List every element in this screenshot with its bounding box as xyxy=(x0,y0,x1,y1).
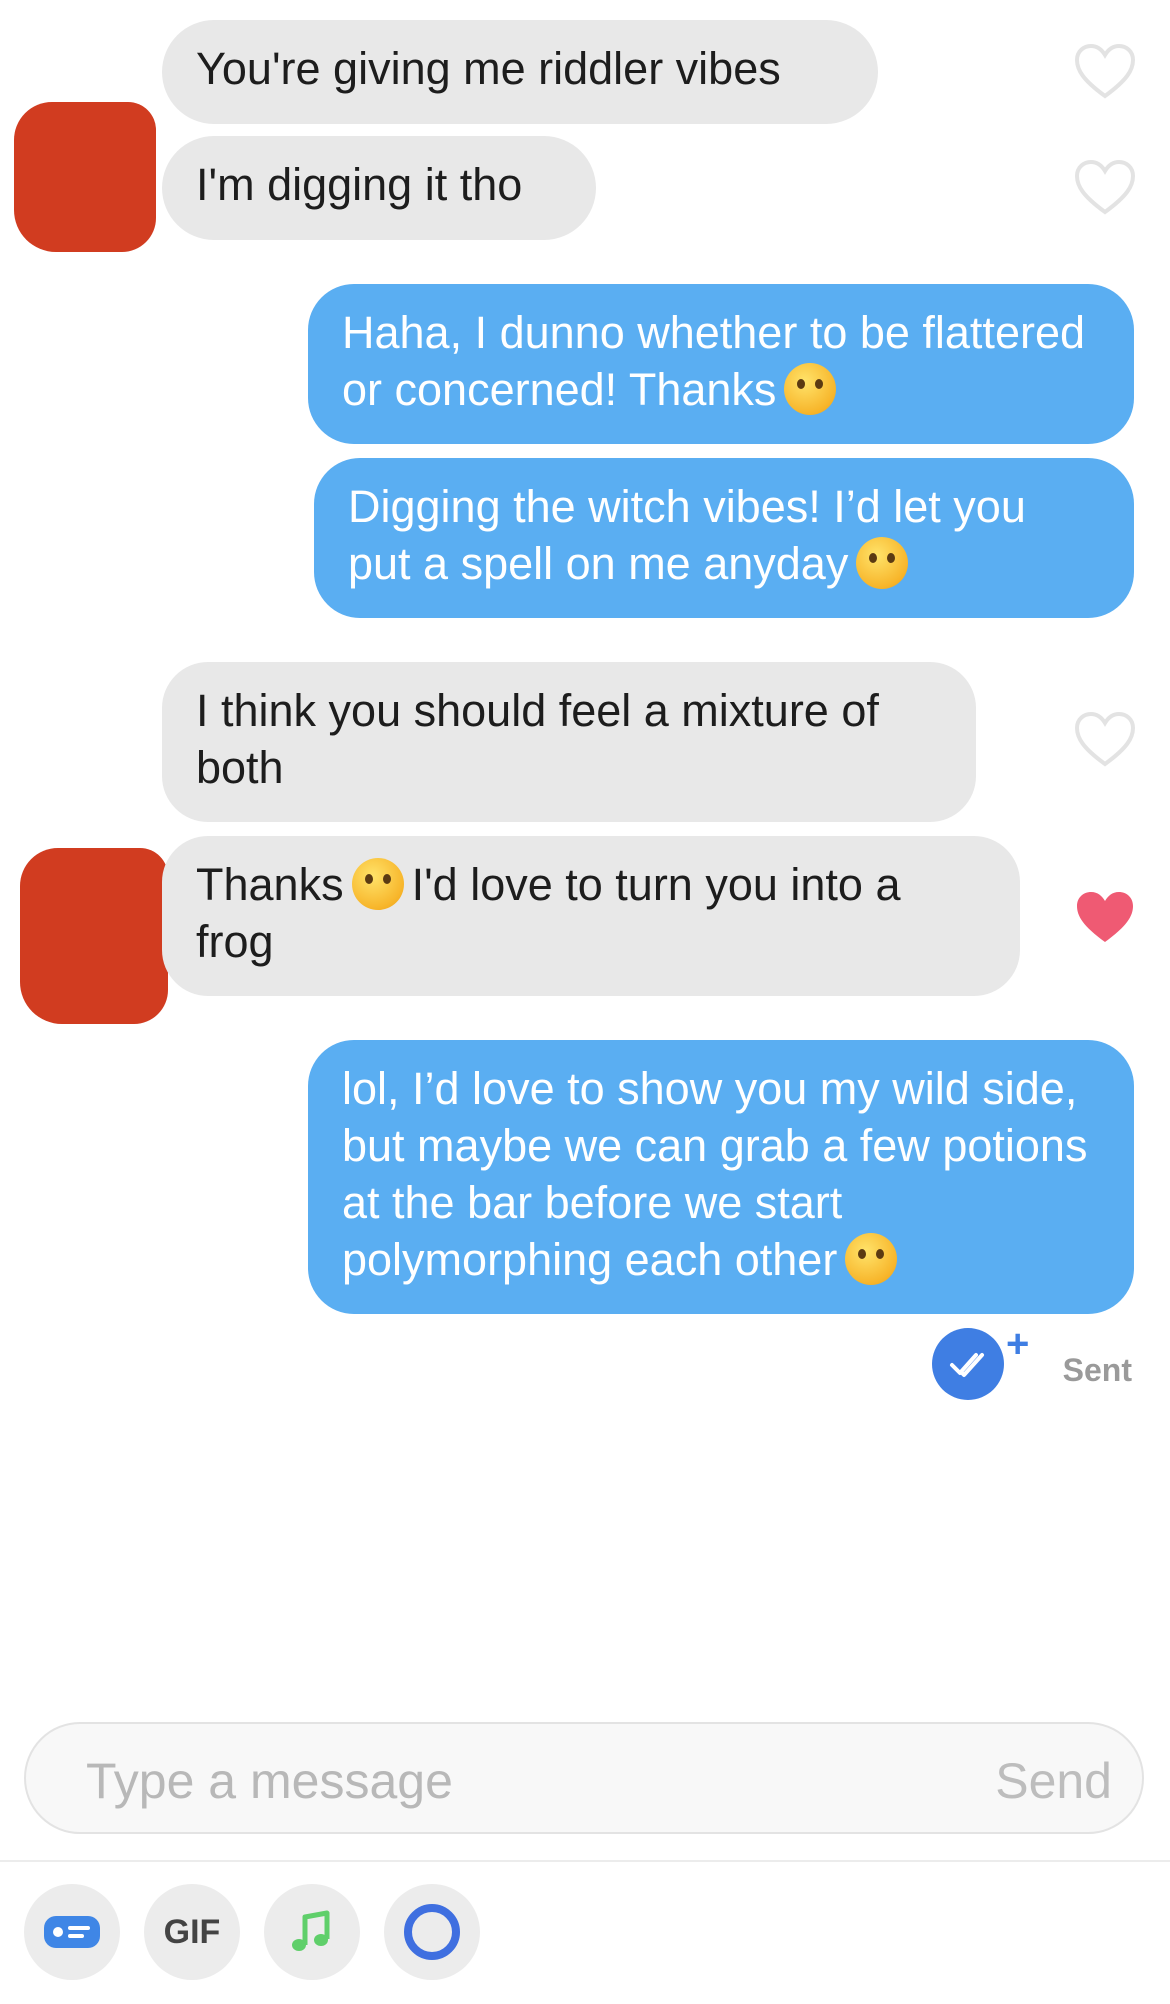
gif-button[interactable]: GIF xyxy=(144,1884,240,1980)
music-button[interactable] xyxy=(264,1884,360,1980)
read-receipt-plus[interactable]: + xyxy=(1006,1322,1029,1367)
message-text: Digging the witch vibes! I’d let you put… xyxy=(348,481,1026,589)
message-text: Haha, I dunno whether to be flattered or… xyxy=(342,307,1086,415)
toolbar-divider xyxy=(0,1860,1170,1862)
message-input[interactable]: Type a message xyxy=(86,1752,453,1810)
received-message[interactable]: You're giving me riddler vibes xyxy=(162,20,878,124)
read-receipt-icon[interactable] xyxy=(932,1328,1004,1400)
message-text: You're giving me riddler vibes xyxy=(196,43,781,94)
message-text: Thanks xyxy=(196,859,344,910)
ring-icon xyxy=(404,1904,460,1960)
sent-status-label: Sent xyxy=(1062,1352,1132,1388)
message-text: lol, I’d love to show you my wild side, … xyxy=(342,1063,1088,1285)
sent-message[interactable]: Digging the witch vibes! I’d let you put… xyxy=(314,458,1134,618)
received-message[interactable]: I'm digging it tho xyxy=(162,136,596,240)
smiling-hearts-emoji-icon xyxy=(351,858,404,910)
message-composer[interactable]: Type a message Send xyxy=(24,1722,1144,1834)
send-button[interactable]: Send xyxy=(995,1752,1112,1810)
avatar-redacted[interactable] xyxy=(20,848,168,1024)
contact-card-icon xyxy=(44,1916,100,1948)
liked-heart-icon[interactable] xyxy=(1073,888,1137,946)
sent-message[interactable]: lol, I’d love to show you my wild side, … xyxy=(308,1040,1134,1314)
message-text: I'm digging it tho xyxy=(196,159,523,210)
ring-button[interactable] xyxy=(384,1884,480,1980)
sent-message[interactable]: Haha, I dunno whether to be flattered or… xyxy=(308,284,1134,444)
avatar-redacted[interactable] xyxy=(14,102,156,252)
kissing-heart-emoji-icon xyxy=(856,537,909,589)
music-note-icon xyxy=(292,1910,330,1951)
winking-tongue-emoji-icon xyxy=(784,363,837,415)
received-message[interactable]: I think you should feel a mixture of bot… xyxy=(162,662,976,822)
like-heart-icon[interactable] xyxy=(1073,710,1137,768)
contact-card-button[interactable] xyxy=(24,1884,120,1980)
gif-label: GIF xyxy=(163,1912,221,1951)
like-heart-icon[interactable] xyxy=(1073,42,1137,100)
message-text: I think you should feel a mixture of bot… xyxy=(196,685,879,793)
wink-emoji-icon xyxy=(845,1233,898,1285)
like-heart-icon[interactable] xyxy=(1073,158,1137,216)
received-message[interactable]: Thanks I'd love to turn you into a frog xyxy=(162,836,1020,996)
